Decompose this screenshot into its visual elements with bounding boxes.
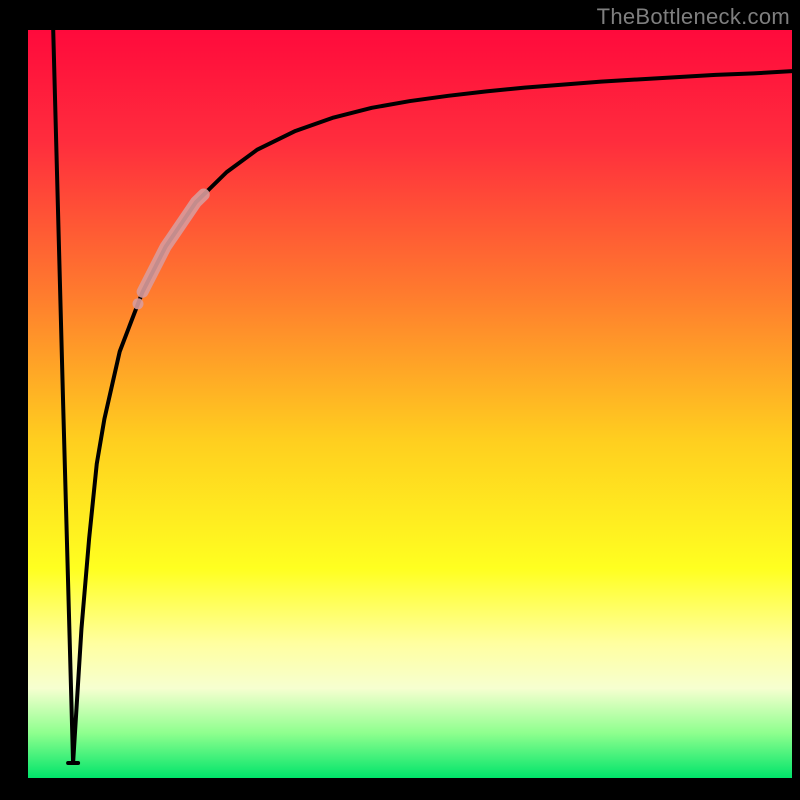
watermark-text: TheBottleneck.com — [597, 4, 790, 30]
curve-highlight-dot — [133, 298, 144, 309]
bottleneck-chart — [0, 0, 800, 800]
chart-stage: TheBottleneck.com — [0, 0, 800, 800]
plot-area — [28, 30, 792, 778]
